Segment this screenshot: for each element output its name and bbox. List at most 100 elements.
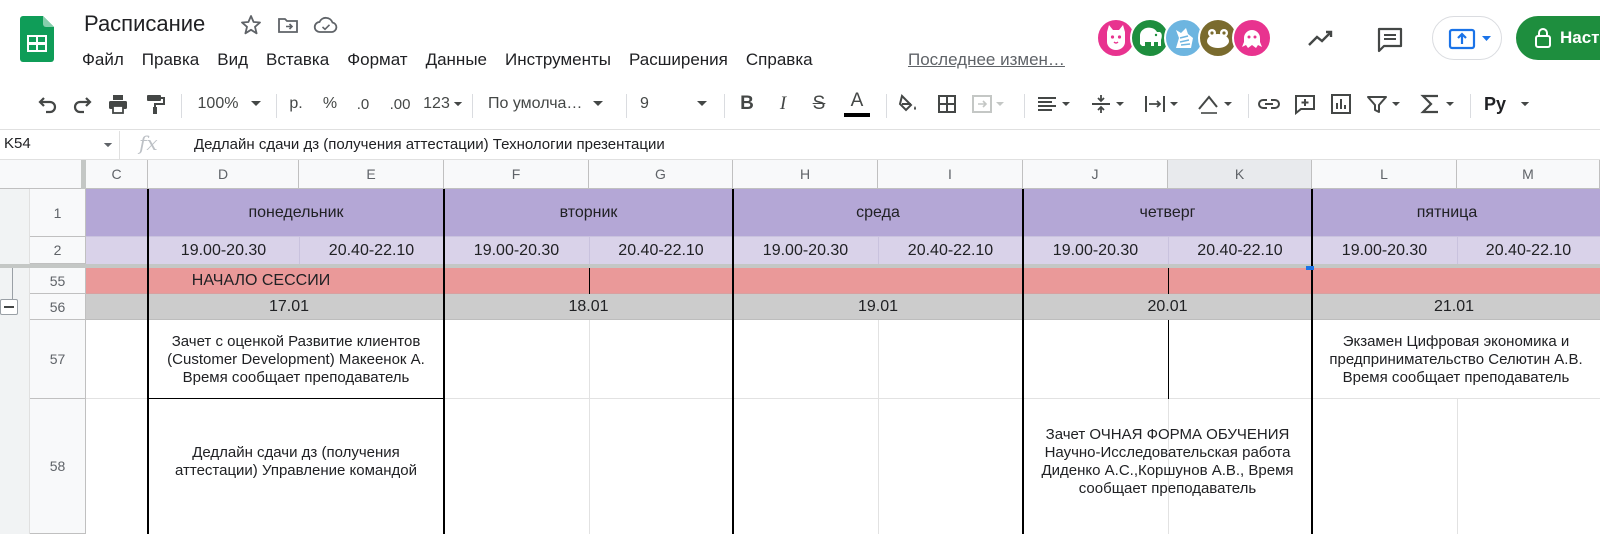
selection-handle[interactable] xyxy=(1306,266,1314,270)
cell-border xyxy=(1168,320,1169,399)
cell-thursday[interactable]: четверг xyxy=(1023,189,1312,237)
date-cell[interactable]: 20.01 xyxy=(1023,294,1312,320)
column-header-f[interactable]: F xyxy=(444,160,589,189)
event-cell-monday-58[interactable]: Дедлайн сдачи дз (получения аттестации) … xyxy=(148,399,444,524)
insert-link-icon[interactable] xyxy=(1256,90,1282,118)
text-wrapping-icon[interactable] xyxy=(1142,90,1182,118)
borders-icon[interactable] xyxy=(935,90,959,118)
font-family-select[interactable]: По умолча… xyxy=(488,90,614,118)
menu-help[interactable]: Справка xyxy=(746,47,813,73)
date-cell[interactable]: 18.01 xyxy=(444,294,733,320)
cell-wednesday[interactable]: среда xyxy=(733,189,1023,237)
cell-time[interactable]: 19.00-20.30 xyxy=(733,237,878,264)
cell-time[interactable]: 20.40-22.10 xyxy=(589,237,733,264)
cell-tuesday[interactable]: вторник xyxy=(444,189,733,237)
decrease-decimal-button[interactable]: .0 xyxy=(350,90,376,118)
fx-icon: fx xyxy=(139,131,158,155)
horizontal-align-icon[interactable] xyxy=(1034,90,1074,118)
menu-extensions[interactable]: Расширения xyxy=(629,47,728,73)
column-header-j[interactable]: J xyxy=(1023,160,1168,189)
event-cell-monday-57[interactable]: Зачет с оценкой Развитие клиентов (Custo… xyxy=(148,320,444,399)
date-cell[interactable]: 19.01 xyxy=(733,294,1023,320)
redo-icon[interactable] xyxy=(70,90,96,118)
row-header-2[interactable]: 2 xyxy=(30,237,86,264)
menu-view[interactable]: Вид xyxy=(217,47,248,73)
row-header-55[interactable]: 55 xyxy=(30,268,86,294)
column-header-k[interactable]: K xyxy=(1168,160,1312,189)
column-header-i[interactable]: I xyxy=(878,160,1023,189)
cell-time[interactable]: 20.40-22.10 xyxy=(1457,237,1600,264)
move-to-folder-icon[interactable] xyxy=(276,13,300,37)
menu-tools[interactable]: Инструменты xyxy=(505,47,611,73)
filter-icon[interactable] xyxy=(1364,90,1404,118)
session-start-cell[interactable]: НАЧАЛО СЕССИИ xyxy=(148,268,444,294)
cell-c1[interactable] xyxy=(86,189,148,237)
vertical-align-icon[interactable] xyxy=(1088,90,1128,118)
comments-icon[interactable] xyxy=(1375,24,1405,54)
column-header-g[interactable]: G xyxy=(589,160,733,189)
undo-icon[interactable] xyxy=(34,90,60,118)
row-header-58[interactable]: 58 xyxy=(30,399,86,534)
column-header-h[interactable]: H xyxy=(733,160,878,189)
merge-cells-icon[interactable] xyxy=(970,90,1006,118)
cell-c2[interactable] xyxy=(86,237,148,264)
menu-file[interactable]: Файл xyxy=(82,47,124,73)
cloud-saved-icon[interactable] xyxy=(313,13,338,37)
text-color-button[interactable]: A xyxy=(843,90,871,118)
row-header-1[interactable]: 1 xyxy=(30,189,86,237)
cell-time[interactable]: 19.00-20.30 xyxy=(444,237,589,264)
row-header-57[interactable]: 57 xyxy=(30,320,86,399)
paint-format-icon[interactable] xyxy=(142,90,168,118)
date-cell[interactable]: 17.01 xyxy=(148,294,444,320)
bold-button[interactable]: B xyxy=(736,90,758,118)
present-button[interactable] xyxy=(1432,16,1502,60)
sheets-logo-icon[interactable] xyxy=(20,16,54,62)
cell-time[interactable]: 20.40-22.10 xyxy=(299,237,444,264)
octopus-avatar-icon[interactable] xyxy=(1232,18,1272,58)
strikethrough-button[interactable]: S xyxy=(808,90,830,118)
column-header-d[interactable]: D xyxy=(148,160,299,189)
last-edit-link[interactable]: Последнее измен… xyxy=(908,47,1065,73)
cell-time[interactable]: 20.40-22.10 xyxy=(1168,237,1312,264)
column-header-m[interactable]: M xyxy=(1457,160,1600,189)
column-header-e[interactable]: E xyxy=(299,160,444,189)
insert-comment-icon[interactable] xyxy=(1292,90,1318,118)
cell-time[interactable]: 19.00-20.30 xyxy=(148,237,299,264)
insert-chart-icon[interactable] xyxy=(1328,90,1354,118)
print-icon[interactable] xyxy=(105,90,131,118)
share-button[interactable]: Наст xyxy=(1516,16,1600,60)
text-rotation-icon[interactable] xyxy=(1194,90,1236,118)
menu-edit[interactable]: Правка xyxy=(142,47,199,73)
column-header-c[interactable]: C xyxy=(86,160,148,189)
event-cell-thursday-58[interactable]: Зачет ОЧНАЯ ФОРМА ОБУЧЕНИЯ Научно-Исслед… xyxy=(1023,399,1312,524)
star-icon[interactable] xyxy=(239,13,263,37)
input-tools-select[interactable]: Ру xyxy=(1480,90,1534,118)
cell-monday[interactable]: понедельник xyxy=(148,189,444,237)
collapse-group-icon[interactable] xyxy=(0,299,18,315)
italic-button[interactable]: I xyxy=(772,90,794,118)
cell-time[interactable]: 19.00-20.30 xyxy=(1312,237,1457,264)
select-all-corner[interactable] xyxy=(0,160,86,189)
date-cell[interactable]: 21.01 xyxy=(1312,294,1600,320)
font-size-select[interactable]: 9 xyxy=(640,90,716,118)
menu-data[interactable]: Данные xyxy=(426,47,487,73)
menu-format[interactable]: Формат xyxy=(347,47,407,73)
event-cell-friday-57[interactable]: Экзамен Цифровая экономика и предпринима… xyxy=(1312,320,1600,399)
formula-input[interactable]: Дедлайн сдачи дз (получения аттестации) … xyxy=(194,136,665,153)
functions-icon[interactable] xyxy=(1418,90,1458,118)
cell-time[interactable]: 20.40-22.10 xyxy=(878,237,1023,264)
row-header-56[interactable]: 56 xyxy=(30,294,86,320)
currency-format-button[interactable]: р. xyxy=(284,90,308,118)
percent-format-button[interactable]: % xyxy=(320,90,340,118)
increase-decimal-button[interactable]: .00 xyxy=(384,90,416,118)
document-title[interactable]: Расписание xyxy=(84,11,205,37)
fill-color-icon[interactable] xyxy=(896,90,920,118)
cell-time[interactable]: 19.00-20.30 xyxy=(1023,237,1168,264)
zoom-select[interactable]: 100% xyxy=(192,90,268,118)
name-box[interactable]: K54 xyxy=(0,131,120,159)
activity-dashboard-icon[interactable] xyxy=(1306,24,1336,54)
menu-insert[interactable]: Вставка xyxy=(266,47,329,73)
more-formats-select[interactable]: 123 xyxy=(421,90,465,118)
column-header-l[interactable]: L xyxy=(1312,160,1457,189)
cell-friday[interactable]: пятница xyxy=(1312,189,1600,237)
